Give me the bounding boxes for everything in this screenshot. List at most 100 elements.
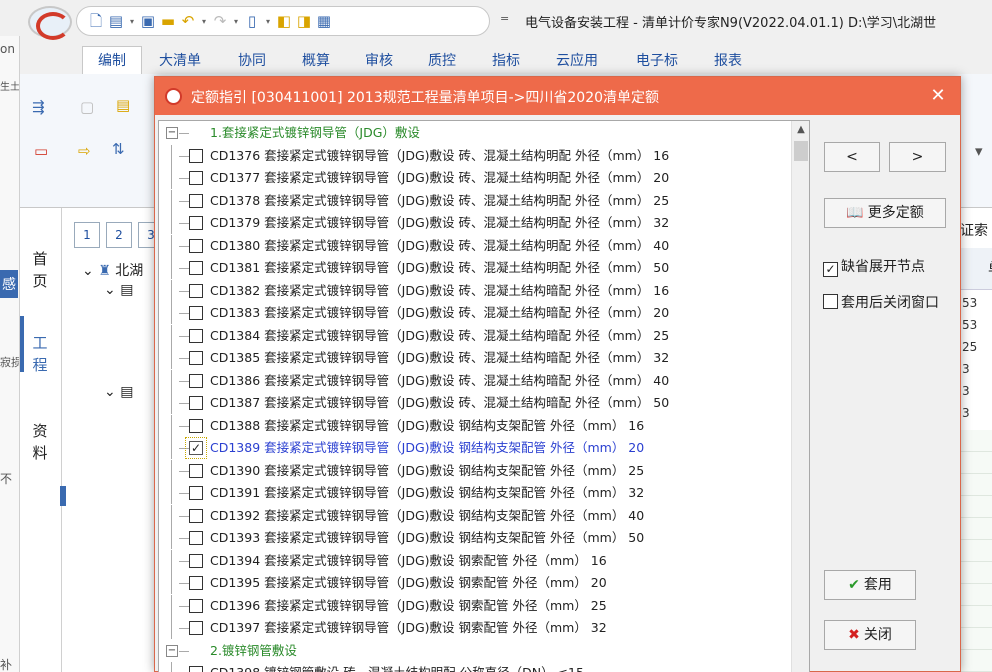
tree-node-unit[interactable]: ⌄ ▤ [104,282,133,298]
apply-button[interactable]: ✔ 套用 [824,570,916,600]
move-icon[interactable]: ⇨ [78,142,91,160]
tree-node-unit-2[interactable]: ⌄ ▤ [104,384,133,400]
quota-item-row[interactable]: CD1383 套接紧定式镀锌钢导管（JDG)敷设 砖、混凝土结构暗配 外径（mm… [159,302,789,324]
tab-zhikong[interactable]: 质控 [428,50,456,70]
close-icon[interactable]: ✕ [923,83,953,109]
redo-icon[interactable]: ↷ [211,12,229,30]
quota-checkbox[interactable] [189,149,203,163]
quota-item-row[interactable]: CD1378 套接紧定式镀锌钢导管（JDG)敷设 砖、混凝土结构明配 外径（mm… [159,190,789,212]
quota-item-row[interactable]: CD1380 套接紧定式镀锌钢导管（JDG)敷设 砖、混凝土结构明配 外径（mm… [159,235,789,257]
vertical-scrollbar[interactable]: ▲ [791,121,809,672]
checkbox-box[interactable] [823,294,838,309]
import-icon[interactable]: ◧ [275,12,293,30]
prev-button[interactable]: < [824,142,880,172]
quota-item-row[interactable]: CD1392 套接紧定式镀锌钢导管（JDG)敷设 钢结构支架配管 外径（mm） … [159,505,789,527]
document-icon[interactable]: ▯ [243,12,261,30]
quota-item-row[interactable]: CD1388 套接紧定式镀锌钢导管（JDG)敷设 钢结构支架配管 外径（mm） … [159,415,789,437]
more-quota-button[interactable]: 📖 更多定额 [824,198,946,228]
right-cell[interactable]: 53 [960,296,992,318]
quota-item-row[interactable]: CD1390 套接紧定式镀锌钢导管（JDG)敷设 钢结构支架配管 外径（mm） … [159,460,789,482]
quota-checkbox[interactable]: ✓ [189,441,203,455]
quota-checkbox[interactable] [189,576,203,590]
chevron-down-icon[interactable]: ▾ [127,17,137,26]
new-file-icon[interactable]: 🗋 [87,12,105,30]
tree-root-node[interactable]: ⌄ ♜ 北湖 [82,260,143,280]
tab-daqingdan[interactable]: 大清单 [159,50,201,70]
undo-icon[interactable]: ↶ [179,12,197,30]
right-cell[interactable]: 3 [960,384,992,406]
quota-item-row[interactable]: CD1376 套接紧定式镀锌钢导管（JDG)敷设 砖、混凝土结构明配 外径（mm… [159,145,789,167]
chevron-down-icon[interactable]: ▾ [199,17,209,26]
default-expand-checkbox[interactable]: ✓ 缺省展开节点 [823,256,925,277]
quota-item-row[interactable]: CD1398 镀锌钢管敷设 砖、混凝土结构明配 公称直径（DN） ≤15 [159,662,789,672]
tab-gaisuan[interactable]: 概算 [302,50,330,70]
quota-checkbox[interactable] [189,351,203,365]
quota-item-row[interactable]: CD1377 套接紧定式镀锌钢导管（JDG)敷设 砖、混凝土结构明配 外径（mm… [159,167,789,189]
quota-checkbox[interactable] [189,171,203,185]
tab-baobiao[interactable]: 报表 [714,50,742,70]
quota-checkbox[interactable] [189,464,203,478]
collapse-toggle-icon[interactable]: − [166,645,178,657]
quota-item-row[interactable]: CD1397 套接紧定式镀锌钢导管（JDG)敷设 钢索配管 外径（mm） 32 [159,617,789,639]
quota-checkbox[interactable] [189,306,203,320]
chevron-down-icon[interactable]: ▾ [231,17,241,26]
chevron-down-icon[interactable]: ▾ [263,17,273,26]
tab-shenhe[interactable]: 审核 [365,50,393,70]
quota-checkbox[interactable] [189,239,203,253]
quota-item-row[interactable]: ✓ CD1389 套接紧定式镀锌钢导管（JDG)敷设 钢结构支架配管 外径（mm）… [159,437,789,459]
checkbox-box[interactable]: ✓ [823,262,838,277]
quota-checkbox[interactable] [189,486,203,500]
dialog-titlebar[interactable]: 定额指引 [030411001] 2013规范工程量清单项目->四川省2020清… [155,77,960,115]
close-button[interactable]: ✖ 关闭 [824,620,916,650]
right-cell[interactable]: 3 [960,362,992,384]
quota-checkbox[interactable] [189,509,203,523]
collapse-toggle-icon[interactable]: − [166,127,178,139]
sort-icon[interactable]: ⇅ [112,140,125,158]
quota-item-row[interactable]: CD1381 套接紧定式镀锌钢导管（JDG)敷设 砖、混凝土结构明配 外径（mm… [159,257,789,279]
scroll-thumb[interactable] [794,141,808,161]
quota-checkbox[interactable] [189,194,203,208]
quota-checkbox[interactable] [189,419,203,433]
export-icon[interactable]: ◨ [295,12,313,30]
app-logo-icon[interactable] [28,6,72,40]
quota-checkbox[interactable] [189,599,203,613]
quota-group-row[interactable]: − 2.镀锌钢管敷设 [159,640,789,662]
quota-checkbox[interactable] [189,261,203,275]
quota-item-row[interactable]: CD1384 套接紧定式镀锌钢导管（JDG)敷设 砖、混凝土结构暗配 外径（mm… [159,325,789,347]
tab-yunyingyong[interactable]: 云应用 [556,50,598,70]
copy-icon[interactable]: ▢ [80,98,94,116]
nav-home[interactable]: 首页 [28,248,52,292]
quota-checkbox[interactable] [189,666,203,672]
panel-collapse-handle[interactable] [60,486,66,506]
tab-zhibiao[interactable]: 指标 [492,50,520,70]
quota-item-row[interactable]: CD1394 套接紧定式镀锌钢导管（JDG)敷设 钢索配管 外径（mm） 16 [159,550,789,572]
quota-group-row[interactable]: − 1.套接紧定式镀锌钢导管（JDG）敷设 [159,122,789,144]
qat-customize-icon[interactable]: = [500,12,509,25]
right-cell[interactable]: 3 [960,406,992,428]
quota-checkbox[interactable] [189,284,203,298]
tab-dianzibiao[interactable]: 电子标 [636,50,678,70]
scroll-up-icon[interactable]: ▲ [792,121,809,139]
save-icon[interactable]: ▣ [139,12,157,30]
right-cell[interactable]: 53 [960,318,992,340]
delete-icon[interactable]: ▭ [34,142,48,160]
tab-xietong[interactable]: 协同 [238,50,266,70]
page-button-1[interactable]: 1 [74,222,100,248]
quota-checkbox[interactable] [189,329,203,343]
quota-checkbox[interactable] [189,216,203,230]
open-icon[interactable]: ▤ [107,12,125,30]
quota-checkbox[interactable] [189,554,203,568]
page-button-2[interactable]: 2 [106,222,132,248]
chevron-down-icon[interactable]: ▾ [975,142,983,160]
insert-row-icon[interactable]: ⇶ [32,98,45,116]
nav-materials[interactable]: 资料 [28,420,52,464]
next-button[interactable]: > [889,142,946,172]
folder-icon[interactable]: ▬ [159,12,177,30]
quota-item-row[interactable]: CD1387 套接紧定式镀锌钢导管（JDG)敷设 砖、混凝土结构暗配 外径（mm… [159,392,789,414]
quota-item-row[interactable]: CD1391 套接紧定式镀锌钢导管（JDG)敷设 钢结构支架配管 外径（mm） … [159,482,789,504]
nav-project[interactable]: 工程 [28,332,52,376]
right-cell[interactable]: 25 [960,340,992,362]
quota-item-row[interactable]: CD1382 套接紧定式镀锌钢导管（JDG)敷设 砖、混凝土结构暗配 外径（mm… [159,280,789,302]
close-after-apply-checkbox[interactable]: 套用后关闭窗口 [823,292,939,312]
tab-bianzhi[interactable]: 编制 [82,46,142,76]
